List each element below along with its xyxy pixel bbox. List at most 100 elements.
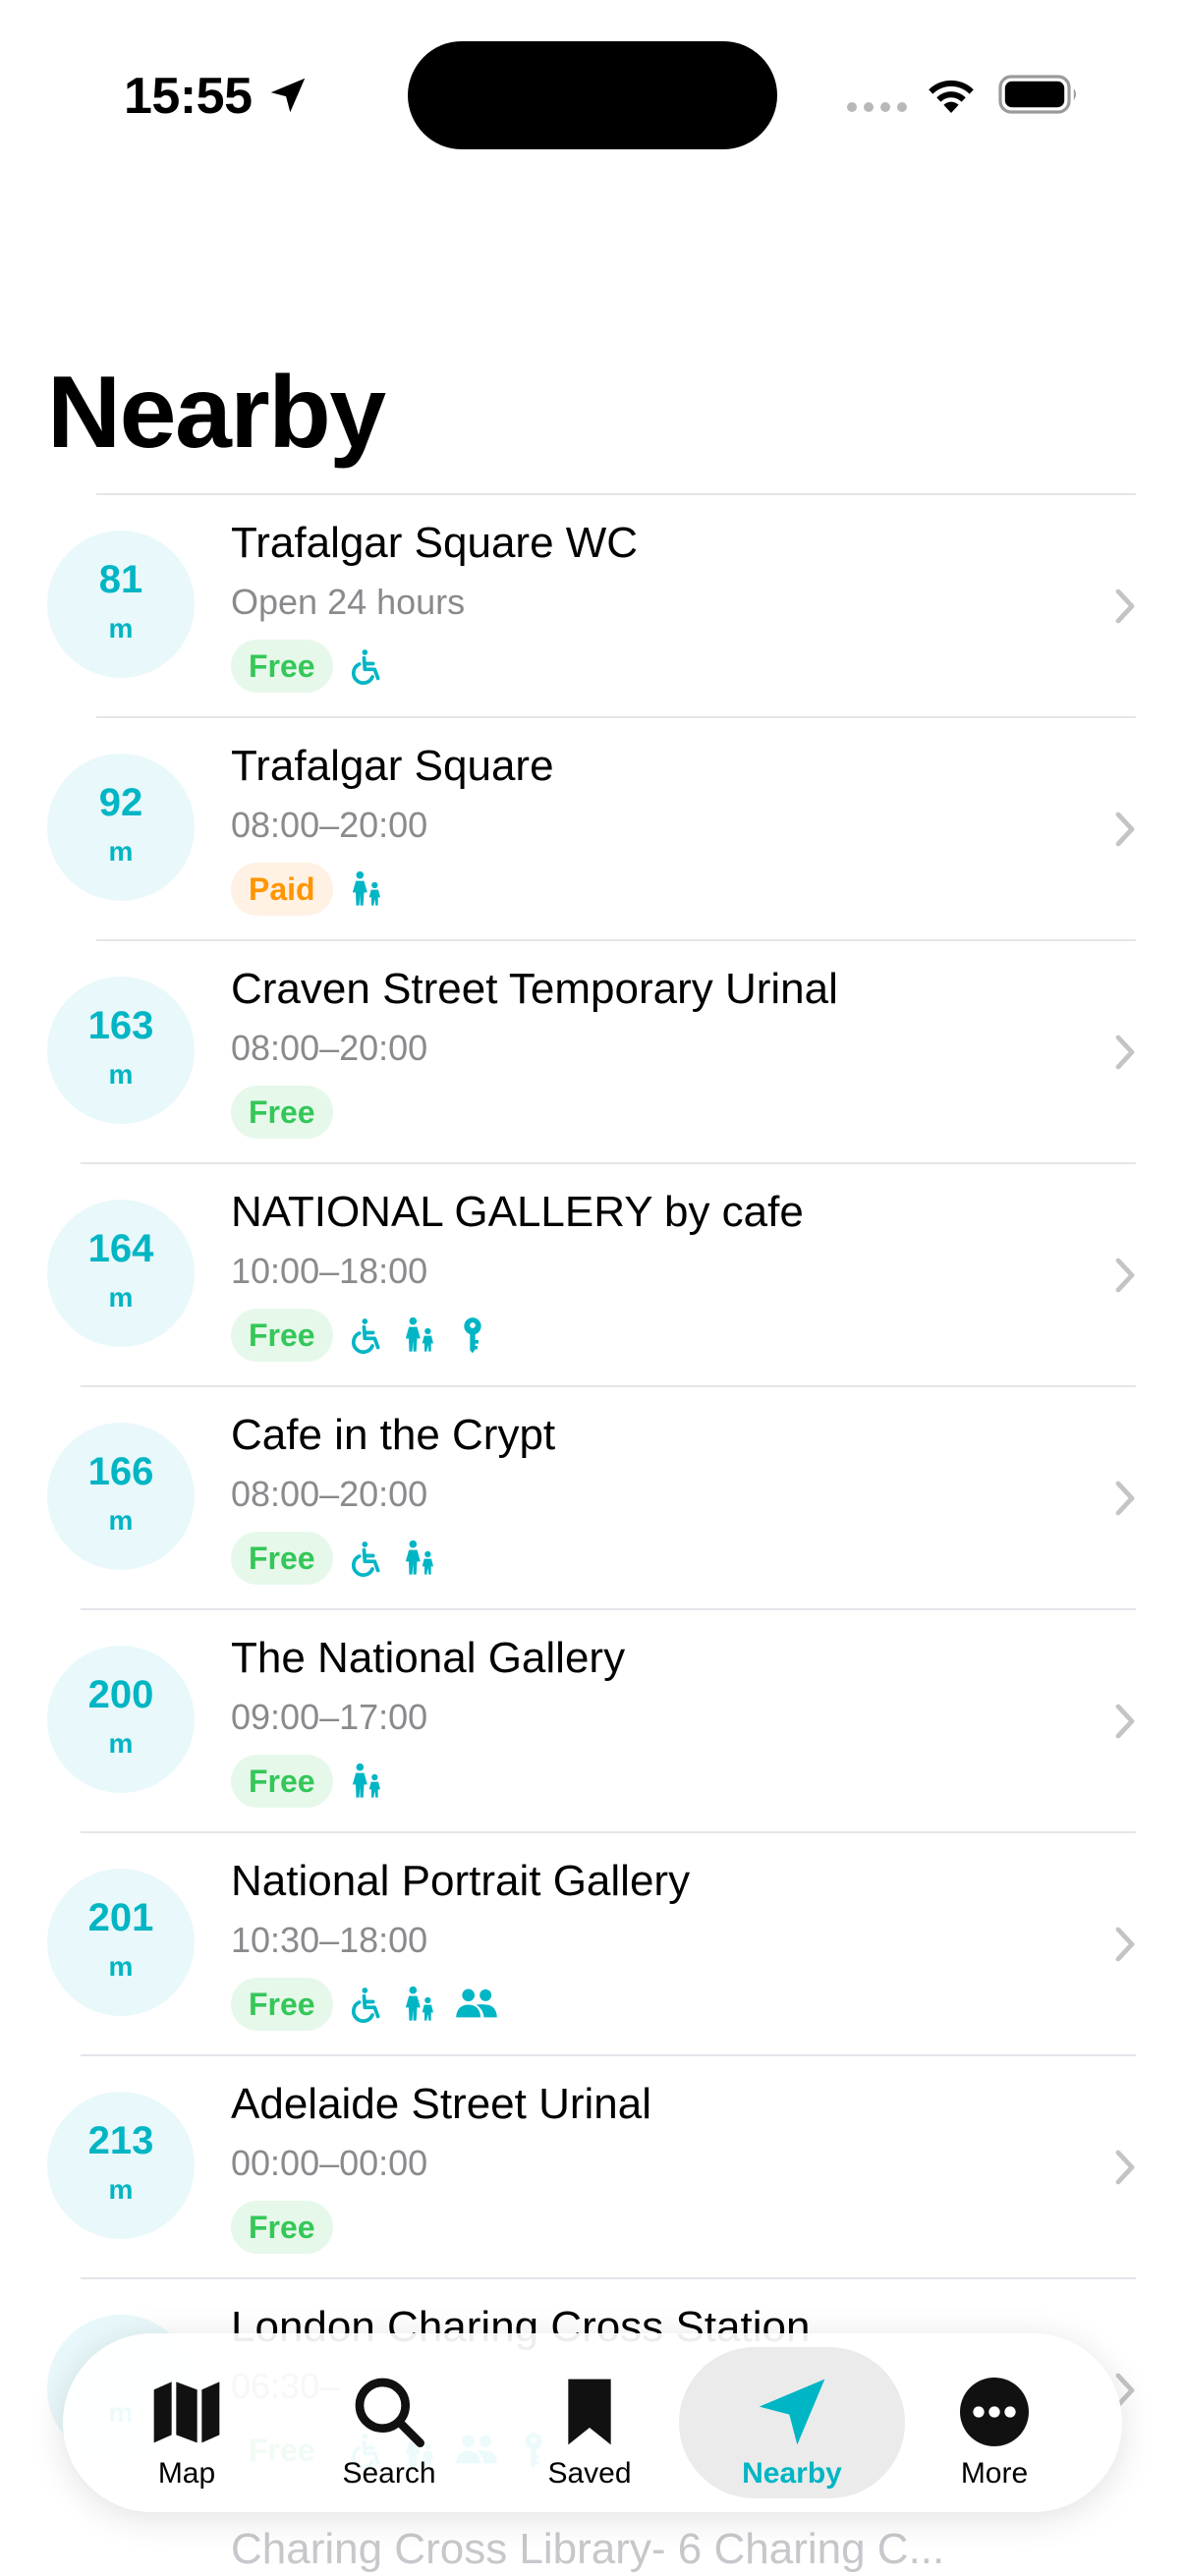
- tab-more[interactable]: More: [896, 2347, 1093, 2498]
- distance-badge: 166 m: [47, 1423, 195, 1570]
- tab-nearby[interactable]: Nearby: [679, 2347, 905, 2498]
- status-time: 15:55: [124, 68, 253, 125]
- list-item[interactable]: 81 m Trafalgar Square WC Open 24 hours Free: [0, 493, 1185, 716]
- feature-badges: Free: [231, 2200, 333, 2255]
- location-services-icon: [270, 78, 306, 113]
- opening-hours: 09:00–17:00: [231, 1697, 428, 1737]
- chevron-right-icon: [1115, 812, 1135, 847]
- row-separator: [96, 493, 1136, 495]
- feature-badges: Paid: [231, 862, 386, 917]
- list-item[interactable]: 166 m Cafe in the Crypt 08:00–20:00 Free: [0, 1385, 1185, 1608]
- cellular-signal-icon: [847, 102, 907, 112]
- price-badge: Free: [231, 1309, 333, 1362]
- chevron-right-icon: [1115, 588, 1135, 624]
- distance-unit: m: [108, 1728, 134, 1759]
- distance-unit: m: [108, 2174, 134, 2205]
- list-item[interactable]: 164 m NATIONAL GALLERY by cafe 10:00–18:00 F…: [0, 1162, 1185, 1385]
- distance-badge: 163 m: [47, 977, 195, 1124]
- distance-badge: 164 m: [47, 1200, 195, 1347]
- wheelchair-icon: [347, 1316, 386, 1355]
- radar-key-icon: [453, 1316, 492, 1355]
- tab-map[interactable]: Map: [88, 2347, 285, 2498]
- tab-label: More: [960, 2457, 1029, 2490]
- distance-unit: m: [108, 1282, 134, 1313]
- tab-label: Nearby: [742, 2457, 842, 2490]
- price-badge: Free: [231, 1532, 333, 1585]
- opening-hours: 10:30–18:00: [231, 1920, 428, 1960]
- list-item[interactable]: 213 m Adelaide Street Urinal 00:00–00:00 Fre…: [0, 2054, 1185, 2277]
- list-item[interactable]: 200 m The National Gallery 09:00–17:00 Free: [0, 1608, 1185, 1831]
- baby-change-icon: [347, 869, 386, 909]
- baby-change-icon: [400, 1985, 439, 2024]
- row-separator: [81, 1831, 1136, 1833]
- baby-change-icon: [347, 1762, 386, 1801]
- opening-hours: 08:00–20:00: [231, 805, 428, 845]
- nearby-list: 81 m Trafalgar Square WC Open 24 hours Free 9…: [0, 493, 1185, 2500]
- wheelchair-icon: [347, 646, 386, 686]
- price-badge: Free: [231, 1086, 333, 1139]
- price-badge: Free: [231, 640, 333, 693]
- list-item[interactable]: 163 m Craven Street Temporary Urinal 08:00–…: [0, 939, 1185, 1162]
- tab-label: Search: [342, 2457, 436, 2490]
- place-name: Trafalgar Square: [231, 742, 554, 790]
- chevron-right-icon: [1115, 1481, 1135, 1516]
- status-bar: 15:55: [0, 0, 1185, 196]
- distance-value: 163: [87, 1004, 154, 1047]
- tab-bar: Map Search Saved Nearby More: [63, 2333, 1122, 2512]
- place-name: Cafe in the Crypt: [231, 1411, 556, 1459]
- tab-search[interactable]: Search: [291, 2347, 487, 2498]
- row-separator: [96, 716, 1136, 718]
- row-separator: [81, 2277, 1136, 2279]
- wifi-icon: [929, 80, 974, 113]
- wheelchair-icon: [347, 1539, 386, 1578]
- place-name: Trafalgar Square WC: [231, 519, 639, 567]
- chevron-right-icon: [1115, 1035, 1135, 1070]
- row-separator: [81, 1608, 1136, 1610]
- distance-badge: 213 m: [47, 2092, 195, 2239]
- distance-value: 200: [87, 1673, 154, 1716]
- baby-change-icon: [400, 1539, 439, 1578]
- chevron-right-icon: [1115, 2150, 1135, 2185]
- place-name: NATIONAL GALLERY by cafe: [231, 1188, 804, 1236]
- opening-hours: Open 24 hours: [231, 582, 466, 622]
- feature-badges: Free: [231, 1754, 386, 1809]
- place-name: Craven Street Temporary Urinal: [231, 965, 838, 1013]
- distance-unit: m: [108, 613, 134, 644]
- distance-unit: m: [108, 1505, 134, 1536]
- distance-badge: 81 m: [47, 531, 195, 678]
- price-badge: Free: [231, 1978, 333, 2031]
- price-badge: Free: [231, 1755, 333, 1808]
- distance-unit: m: [108, 1059, 134, 1090]
- distance-badge: 92 m: [47, 754, 195, 901]
- nearby-screen: 15:55 Nearby 81 m Trafalgar Square WC Open …: [0, 0, 1185, 2576]
- distance-value: 166: [87, 1450, 154, 1493]
- chevron-right-icon: [1115, 1704, 1135, 1739]
- gender-neutral-icon: [453, 1985, 500, 2024]
- price-badge: Paid: [231, 863, 333, 916]
- chevron-right-icon: [1115, 1258, 1135, 1293]
- dynamic-island: [408, 41, 777, 149]
- row-separator: [96, 939, 1136, 941]
- place-name: National Portrait Gallery: [231, 1857, 691, 1905]
- distance-value: 213: [87, 2119, 154, 2162]
- price-badge: Free: [231, 2201, 333, 2254]
- feature-badges: Free: [231, 1085, 333, 1140]
- distance-value: 81: [98, 558, 143, 601]
- distance-badge: 201 m: [47, 1869, 195, 2016]
- place-name: Adelaide Street Urinal: [231, 2080, 652, 2128]
- tab-label: Saved: [547, 2457, 632, 2490]
- opening-hours: 10:00–18:00: [231, 1251, 428, 1291]
- row-separator: [81, 2054, 1136, 2056]
- list-item[interactable]: 201 m National Portrait Gallery 10:30–18:00…: [0, 1831, 1185, 2054]
- place-name: The National Gallery: [231, 1634, 626, 1682]
- row-separator: [81, 1385, 1136, 1387]
- list-item[interactable]: 92 m Trafalgar Square 08:00–20:00 Paid: [0, 716, 1185, 939]
- distance-badge: 200 m: [47, 1646, 195, 1793]
- distance-unit: m: [108, 1951, 134, 1982]
- baby-change-icon: [400, 1316, 439, 1355]
- tab-saved[interactable]: Saved: [491, 2347, 688, 2498]
- opening-hours: 08:00–20:00: [231, 1028, 428, 1068]
- page-title: Nearby: [47, 356, 386, 470]
- battery-icon: [998, 75, 1076, 114]
- feature-badges: Free: [231, 639, 386, 694]
